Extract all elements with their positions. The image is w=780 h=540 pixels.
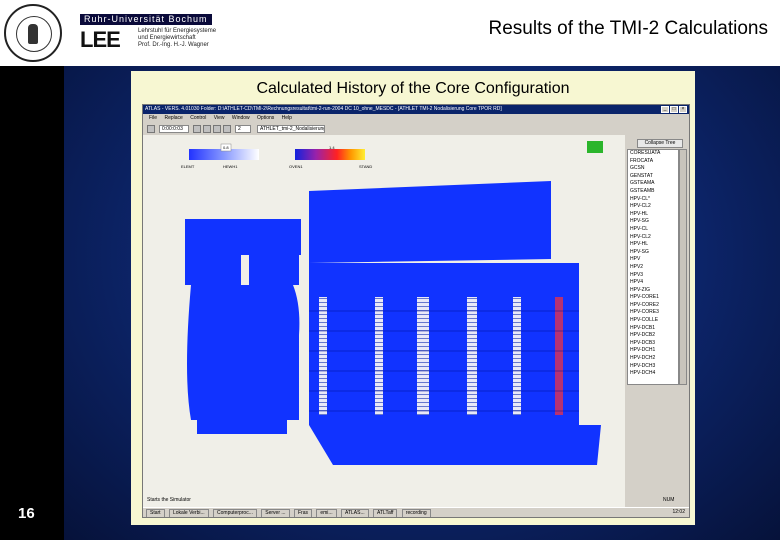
institute-logo: LEE (80, 27, 121, 52)
status-indicator (587, 141, 603, 153)
toolbar-icon[interactable] (147, 125, 155, 133)
close-button[interactable]: × (679, 106, 687, 113)
nodalization-canvas[interactable]: 0.8 ELEMT HEWH1 1.4 OVEN1 STAND (143, 135, 625, 513)
time-field[interactable]: 0:00:0:03 (159, 125, 189, 133)
colorbar-left: 0.8 ELEMT HEWH1 (181, 143, 259, 169)
view-select[interactable]: ATHLET_tmi-2_Nodalisierung_C (257, 125, 325, 133)
tree-item[interactable]: HPV-DCB2 (628, 332, 678, 340)
taskbar-item[interactable]: ATLAS... (340, 509, 369, 517)
menu-replace[interactable]: Replace (164, 115, 182, 121)
window-titlebar[interactable]: ATLAS - VERS. 4.01030 Folder: D:\ATHLET-… (143, 105, 689, 114)
menu-bar: File Replace Control View Window Options… (143, 114, 689, 122)
taskbar-item[interactable]: ATLTaff (373, 509, 398, 517)
taskbar-item[interactable]: Computerproc... (213, 509, 257, 517)
svg-text:HEWH1: HEWH1 (223, 164, 238, 169)
status-bar: Starts the Simulator NUM (143, 495, 674, 505)
tree-item[interactable]: HPV-SG (628, 218, 678, 226)
tree-item[interactable]: HPV-CL2 (628, 203, 678, 211)
tree-item[interactable]: HPV-CORE2 (628, 302, 678, 310)
menu-help[interactable]: Help (282, 115, 292, 121)
component-sidebar: Collapse Tree CORESUATA FROCATA GCSN GEN… (627, 135, 689, 517)
tree-scrollbar[interactable] (679, 149, 687, 385)
menu-view[interactable]: View (214, 115, 225, 121)
tree-item[interactable]: HPV-CL (628, 226, 678, 234)
component-tree[interactable]: CORESUATA FROCATA GCSN GENSTAT GSTEAMA G… (627, 149, 679, 385)
minimize-button[interactable]: _ (661, 106, 669, 113)
tree-item[interactable]: HPV-DCH3 (628, 363, 678, 371)
colorbar-right: 1.4 OVEN1 STAND (289, 145, 372, 169)
taskbar-item[interactable]: Lokale Verbi... (168, 509, 209, 517)
svg-text:STAND: STAND (359, 164, 372, 169)
step-icon[interactable] (203, 125, 211, 133)
tree-item[interactable]: HPV-ZIG (628, 287, 678, 295)
stop-icon[interactable] (213, 125, 221, 133)
tree-item[interactable]: HPV-DCH1 (628, 347, 678, 355)
tree-item[interactable]: HPV-SG (628, 249, 678, 257)
tree-item[interactable]: GSTEAMB (628, 188, 678, 196)
window-title: ATLAS - VERS. 4.01030 Folder: D:\ATHLET-… (145, 106, 502, 112)
tree-item[interactable]: HPV-CL2 (628, 234, 678, 242)
slide-number: 16 (18, 505, 35, 522)
reactor-vessel (185, 181, 601, 465)
atlas-window: ATLAS - VERS. 4.01030 Folder: D:\ATHLET-… (142, 104, 690, 518)
toolbar: 0:00:0:03 2 ATHLET_tmi-2_Nodalisierung_C (143, 124, 623, 135)
tree-item[interactable]: HPV-DCB1 (628, 325, 678, 333)
panel-title: Calculated History of the Core Configura… (256, 80, 570, 97)
status-text: Starts the Simulator (147, 497, 191, 503)
tree-item[interactable]: HPV-HL (628, 241, 678, 249)
zoom-field[interactable]: 2 (235, 125, 251, 133)
institute-lines: Lehrstuhl für Energiesysteme und Energie… (138, 28, 217, 48)
tree-item[interactable]: HPV-HL (628, 211, 678, 219)
start-button[interactable]: Start (146, 509, 165, 517)
svg-text:OVEN1: OVEN1 (289, 164, 303, 169)
colorbar-left-value: 0.8 (223, 145, 229, 150)
slide-title: Results of the TMI-2 Calculations (488, 18, 769, 39)
menu-file[interactable]: File (149, 115, 157, 121)
tree-item[interactable]: HPV3 (628, 272, 678, 280)
menu-control[interactable]: Control (190, 115, 206, 121)
tree-item[interactable]: HPV (628, 256, 678, 264)
taskbar-item[interactable]: emi... (316, 509, 337, 517)
core-nodalization-diagram: 0.8 ELEMT HEWH1 1.4 OVEN1 STAND (181, 141, 603, 465)
university-name: Ruhr-Universität Bochum (80, 14, 212, 25)
windows-taskbar: Start Lokale Verbi... Computerproc... Se… (143, 507, 689, 517)
university-seal-icon (4, 4, 62, 62)
tree-item[interactable]: HPV-CL* (628, 196, 678, 204)
tree-item[interactable]: HPV-DCH4 (628, 370, 678, 378)
tree-item[interactable]: HPV-DCB3 (628, 340, 678, 348)
tree-item[interactable]: GENSTAT (628, 173, 678, 181)
maximize-button[interactable]: □ (670, 106, 678, 113)
tree-item[interactable]: HPV-DCH2 (628, 355, 678, 363)
taskbar-item[interactable]: Server ... (261, 509, 290, 517)
tree-item[interactable]: FROCATA (628, 158, 678, 166)
tree-item[interactable]: GSTEAMA (628, 180, 678, 188)
tree-item[interactable]: HPV4 (628, 279, 678, 287)
tree-item[interactable]: CORESUATA (628, 150, 678, 158)
menu-options[interactable]: Options (257, 115, 274, 121)
tree-item[interactable]: HPV-COLLE (628, 317, 678, 325)
taskbar-clock: 12:02 (672, 509, 685, 515)
tree-item[interactable]: HPV-CORE3 (628, 309, 678, 317)
taskbar-item[interactable]: recording (401, 509, 431, 517)
record-icon[interactable] (223, 125, 231, 133)
play-icon[interactable] (193, 125, 201, 133)
status-num: NUM (663, 497, 675, 503)
colorbar-right-value: 1.4 (329, 145, 335, 150)
taskbar-item[interactable]: Fras (293, 509, 312, 517)
collapse-tree-button[interactable]: Collapse Tree (637, 139, 683, 148)
tree-item[interactable]: HPV2 (628, 264, 678, 272)
menu-window[interactable]: Window (232, 115, 250, 121)
tree-item[interactable]: HPV-CORE1 (628, 294, 678, 302)
slide-header: Ruhr-Universität Bochum LEE Lehrstuhl fü… (0, 0, 780, 66)
svg-text:ELEMT: ELEMT (181, 164, 195, 169)
tree-item[interactable]: GCSN (628, 165, 678, 173)
